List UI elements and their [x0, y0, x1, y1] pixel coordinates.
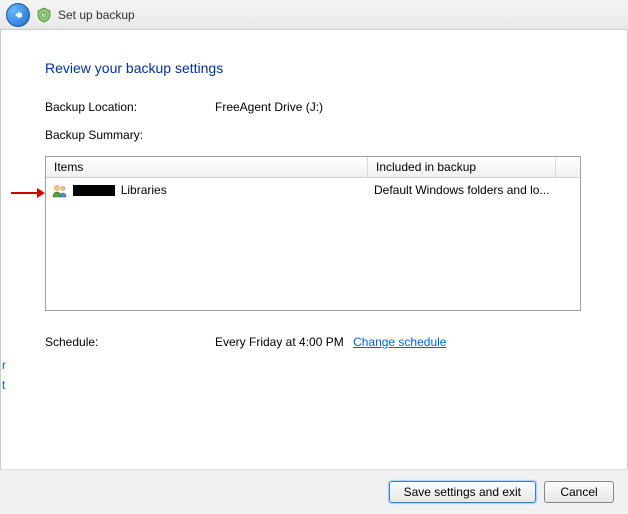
included-cell: Default Windows folders and lo...	[368, 181, 556, 200]
backup-location-label: Backup Location:	[45, 100, 215, 114]
backup-summary-table: Items Included in backup Libraries Defau…	[45, 156, 581, 311]
cancel-button[interactable]: Cancel	[544, 481, 614, 503]
table-row[interactable]: Libraries Default Windows folders and lo…	[46, 178, 580, 203]
column-header-included[interactable]: Included in backup	[368, 157, 556, 177]
content-area: Review your backup settings Backup Locat…	[0, 30, 628, 469]
red-arrow-annotation-icon	[11, 187, 45, 199]
fragment-b: t	[2, 375, 6, 395]
backup-summary-label-row: Backup Summary:	[45, 128, 583, 142]
backup-summary-label: Backup Summary:	[45, 128, 215, 142]
window-titlebar: Set up backup	[0, 0, 628, 30]
schedule-row: Schedule: Every Friday at 4:00 PM Change…	[45, 335, 583, 349]
fragment-a: r	[2, 355, 6, 375]
user-group-icon	[52, 184, 68, 198]
save-settings-button[interactable]: Save settings and exit	[389, 481, 536, 503]
page-title: Review your backup settings	[45, 60, 583, 76]
backup-app-icon	[36, 7, 52, 23]
change-schedule-link[interactable]: Change schedule	[353, 335, 446, 349]
item-cell: Libraries	[46, 181, 368, 200]
backup-location-row: Backup Location: FreeAgent Drive (J:)	[45, 100, 583, 114]
window-title: Set up backup	[58, 8, 135, 22]
column-header-items[interactable]: Items	[46, 157, 368, 177]
back-button[interactable]	[6, 3, 30, 27]
schedule-value-wrap: Every Friday at 4:00 PM Change schedule	[215, 335, 446, 349]
cropped-link-fragments: r t	[2, 355, 6, 395]
item-suffix: Libraries	[121, 183, 167, 197]
redacted-username	[73, 185, 115, 196]
schedule-value: Every Friday at 4:00 PM	[215, 335, 344, 349]
dialog-footer: Save settings and exit Cancel	[0, 469, 628, 514]
table-header: Items Included in backup	[46, 157, 580, 178]
schedule-label: Schedule:	[45, 335, 215, 349]
back-arrow-icon	[12, 9, 24, 21]
column-header-end	[556, 157, 580, 177]
backup-location-value: FreeAgent Drive (J:)	[215, 100, 583, 114]
